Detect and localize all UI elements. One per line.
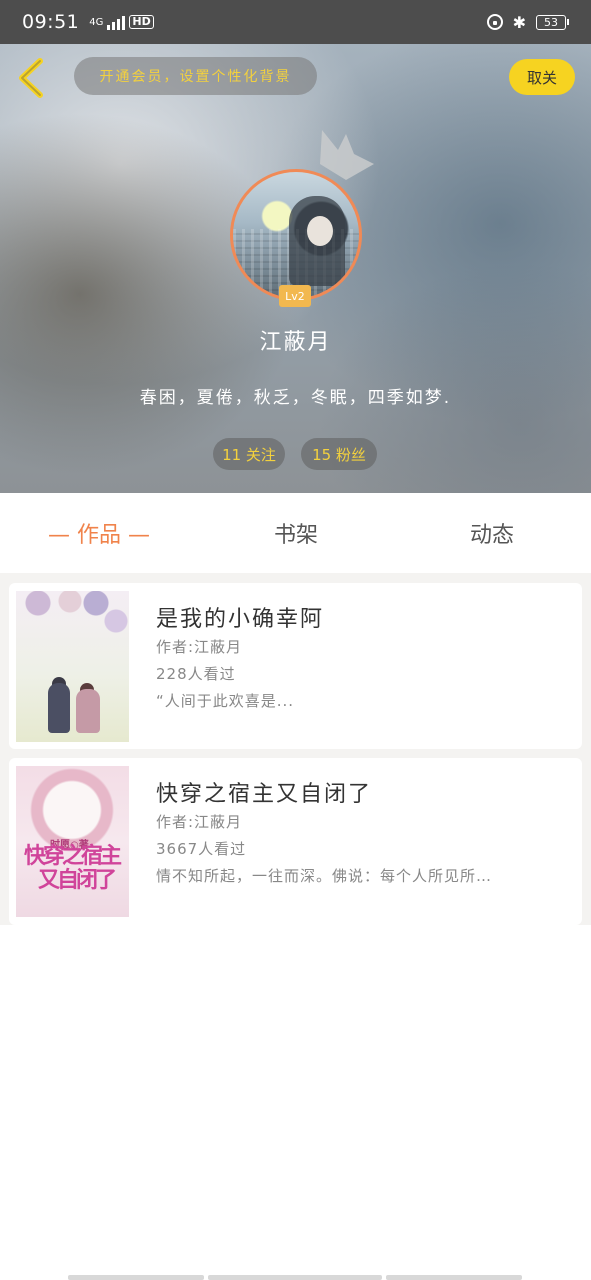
gesture-bar-center (208, 1275, 382, 1280)
battery-level: 53 (536, 14, 566, 30)
book-excerpt: 情不知所起，一往而深。佛说：每个人所见所… (156, 867, 493, 885)
network-type-label: 4G (89, 16, 104, 28)
profile-header: 开通会员，设置个性化背景 取关 Lv2 江蔽月 春困，夏倦，秋乏，冬眠，四季如梦… (0, 44, 591, 493)
back-button[interactable] (14, 56, 54, 100)
battery-icon: 53 (536, 14, 569, 30)
book-views: 3667人看过 (156, 840, 247, 858)
avatar-image (230, 169, 362, 301)
network-indicators: 4G HD (89, 14, 154, 30)
book-excerpt: “人间于此欢喜是... (156, 692, 295, 710)
avatar[interactable] (230, 169, 362, 301)
unfollow-button[interactable]: 取关 (509, 59, 575, 95)
vip-background-prompt[interactable]: 开通会员，设置个性化背景 (74, 57, 317, 95)
tab-feed[interactable]: 动态 (433, 493, 551, 573)
book-author: 作者:江蔽月 (156, 638, 243, 656)
book-views: 228人看过 (156, 665, 236, 683)
bluetooth-icon: ✱ (512, 12, 526, 32)
book-author: 作者:江蔽月 (156, 813, 243, 831)
tab-works[interactable]: — 作品 — (40, 493, 158, 573)
rotation-lock-icon (486, 14, 503, 30)
tab-bookshelf[interactable]: 书架 (237, 493, 355, 573)
hd-icon: HD (129, 15, 154, 29)
gesture-bar-left (68, 1275, 204, 1280)
gesture-bar-right (386, 1275, 522, 1280)
book-title: 是我的小确幸阿 (156, 607, 325, 632)
book-cover (16, 591, 129, 742)
level-badge: Lv2 (279, 285, 311, 307)
status-time: 09:51 (22, 11, 80, 33)
list-item[interactable]: 时愿○著 快穿之宿主 又自闭了 快穿之宿主又自闭了 作者:江蔽月 3667人看过… (9, 758, 582, 925)
chevron-left-icon (19, 58, 43, 98)
cover-title-line-1: 快穿之宿主 (24, 844, 122, 869)
cover-title-line-2: 又自闭了 (38, 868, 117, 893)
status-bar: 09:51 4G HD ✱ 53 (0, 0, 591, 44)
list-item[interactable]: 是我的小确幸阿 作者:江蔽月 228人看过 “人间于此欢喜是... (9, 583, 582, 749)
book-cover: 时愿○著 快穿之宿主 又自闭了 (16, 766, 129, 917)
works-list: 是我的小确幸阿 作者:江蔽月 228人看过 “人间于此欢喜是... 时愿○著 快… (0, 573, 591, 925)
following-count[interactable]: 11 关注 (213, 438, 285, 470)
signal-icon (107, 14, 126, 30)
username: 江蔽月 (259, 330, 332, 355)
user-bio: 春困，夏倦，秋乏，冬眠，四季如梦. (139, 388, 452, 408)
profile-tabs: — 作品 — 书架 动态 (0, 493, 591, 573)
book-title: 快穿之宿主又自闭了 (156, 782, 373, 807)
fans-count[interactable]: 15 粉丝 (301, 438, 377, 470)
